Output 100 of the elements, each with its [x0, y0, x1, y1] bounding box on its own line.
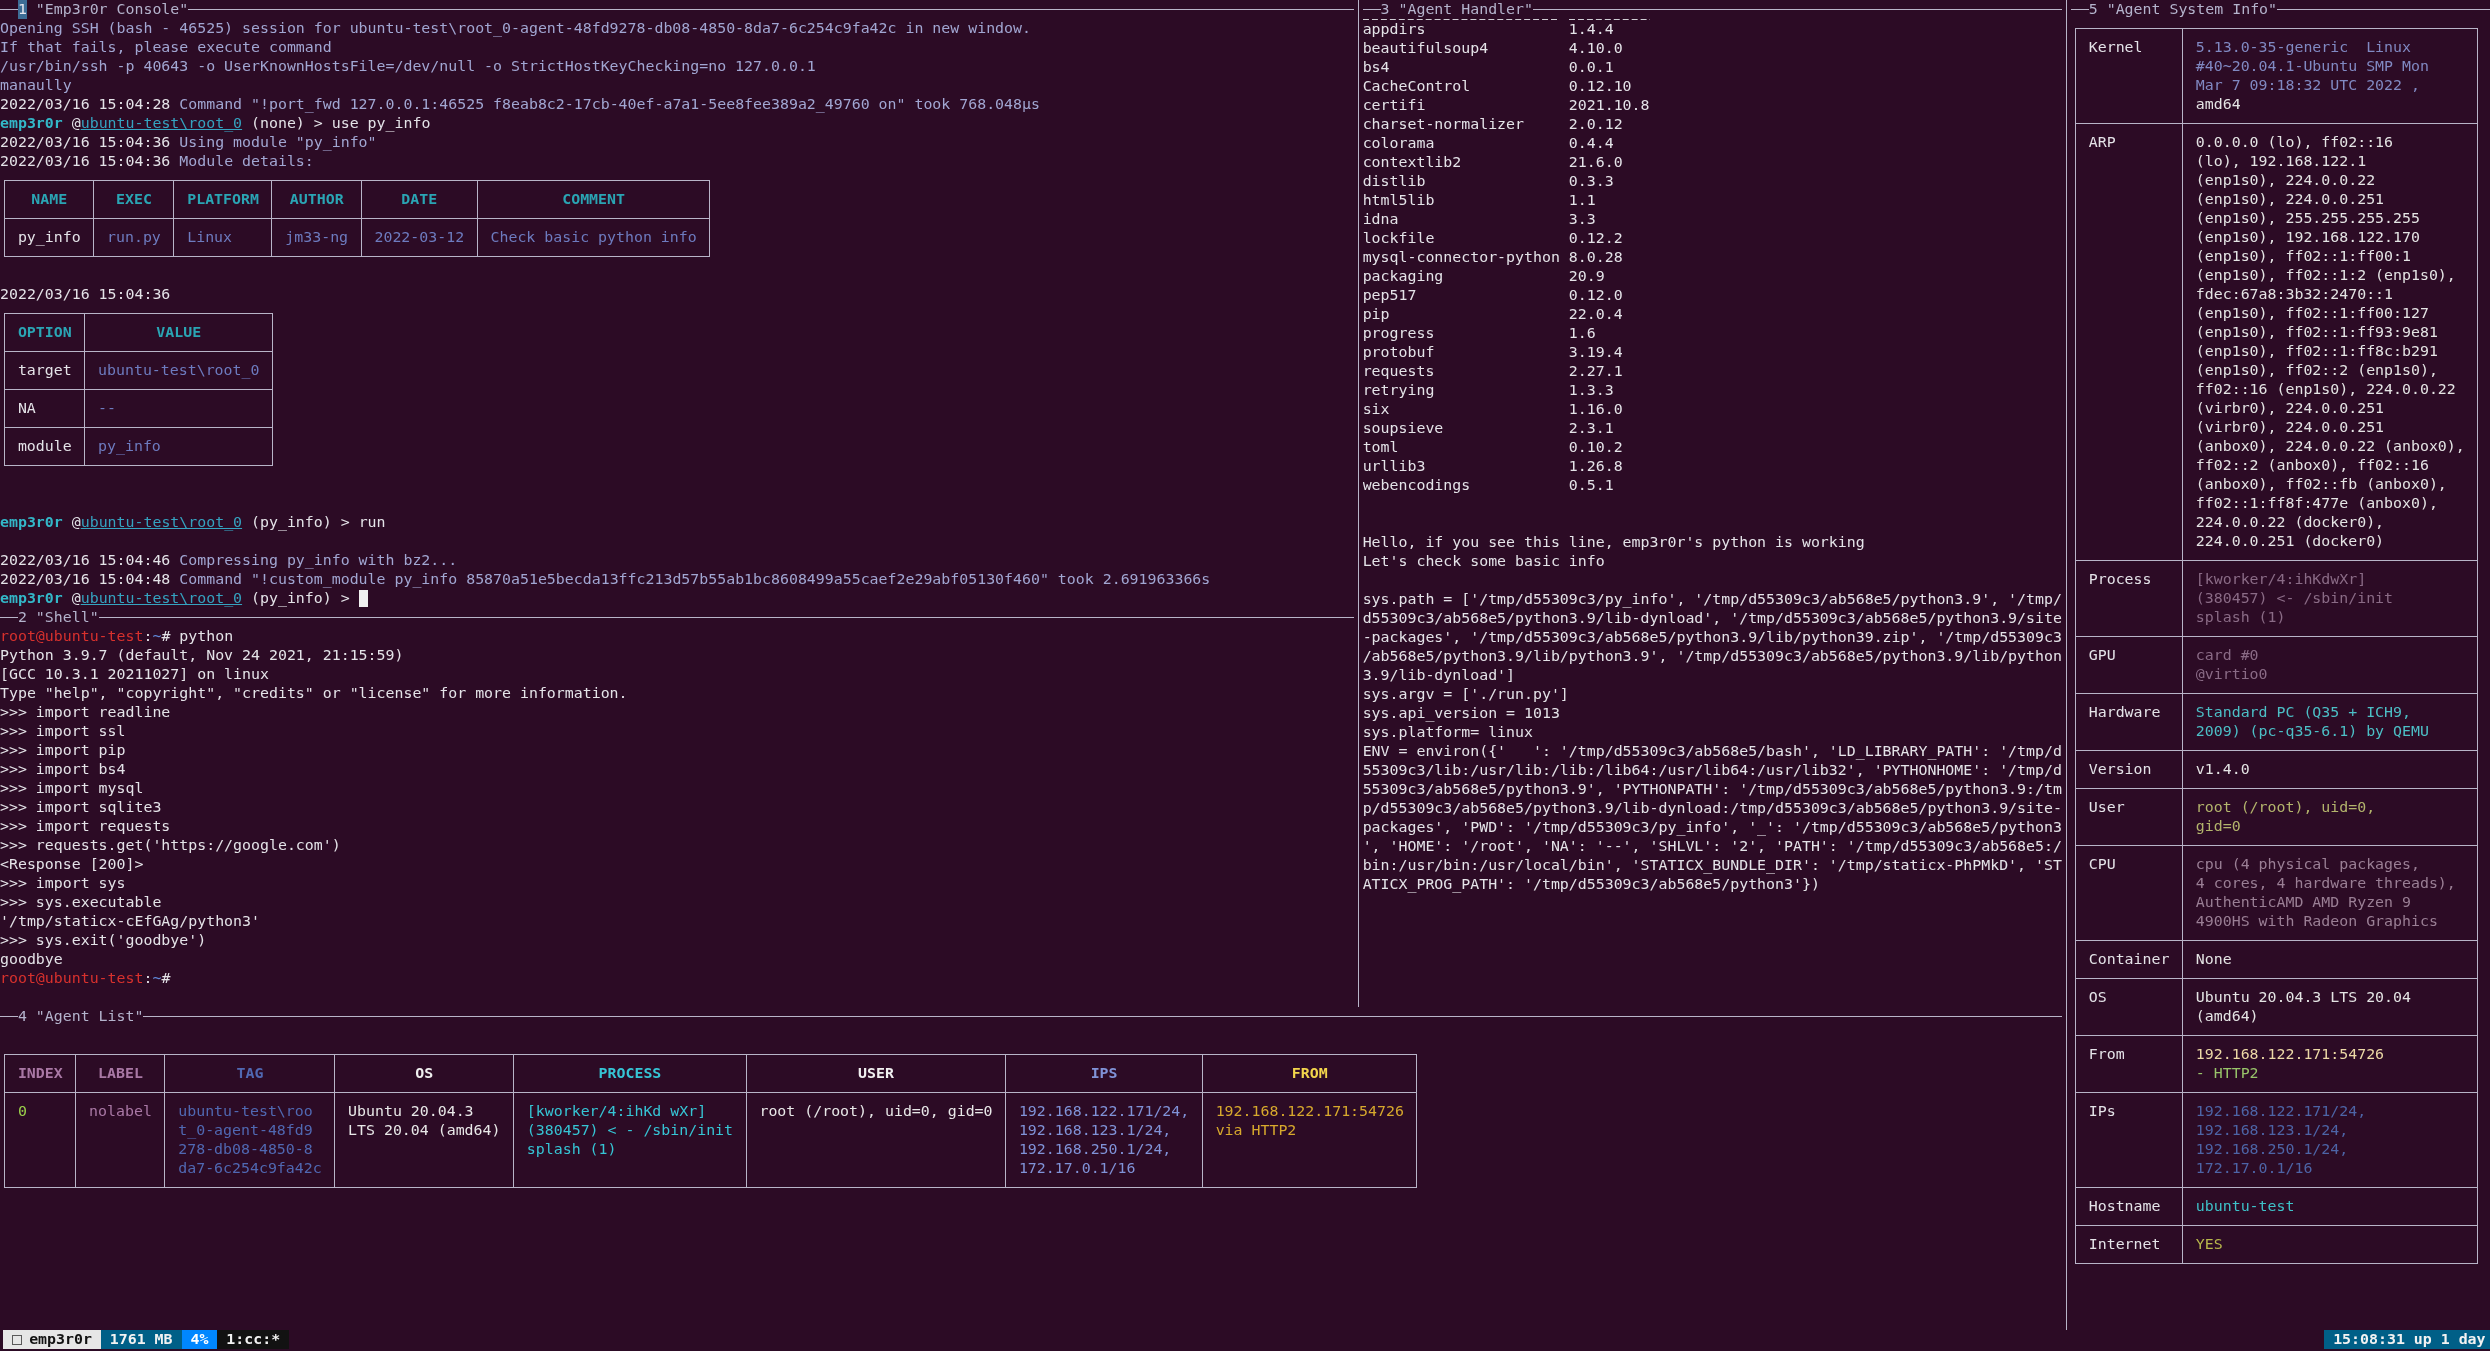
- package-version: 2.27.1: [1568, 362, 1624, 381]
- table-cell: 192.168.122.171/24, 192.168.123.1/24, 192.168.250.1/24, 172.17.0.1/16: [1005, 1093, 1203, 1188]
- table-cell: [kworker/4:ihKd wXr] (380457) < - /sbin/init splash (1): [513, 1093, 747, 1188]
- info-value: ubuntu-test: [2195, 1197, 2296, 1216]
- package-name: packaging: [1362, 267, 1445, 286]
- package-version: 20.9: [1568, 267, 1606, 286]
- pane-title: "Agent Handler": [1398, 0, 1533, 19]
- prompt-line: emp3r0r @ubuntu-test\root_0 (none) > use py_info: [0, 114, 431, 133]
- output-line: <Response [200]>: [0, 855, 145, 874]
- table-cell: py_info: [85, 428, 273, 466]
- info-label: CPU: [2075, 846, 2183, 941]
- table-cell: Check basic python info: [477, 219, 711, 257]
- column-header: DATE: [361, 181, 478, 219]
- output-line: ATICX_PROG_PATH': '/tmp/d55309c3/ab568e5/python3'}): [1362, 875, 1821, 894]
- info-value: amd64: [2195, 95, 2242, 114]
- info-label: From: [2075, 1036, 2183, 1093]
- output-line: /usr/bin/ssh -p 40643 -o UserKnownHostsFile=/dev/null -o StrictHostKeyChecking=no 127.0.0.1: [0, 57, 817, 76]
- output-line: If that fails, please execute command: [0, 38, 333, 57]
- memory-usage: 1761 MB: [100, 1330, 182, 1349]
- output-line: sys.path = ['/tmp/d55309c3/py_info', '/tmp/d55309c3/ab568e5/python3.9', '/tmp/: [1362, 590, 2062, 609]
- info-value: - HTTP2: [2195, 1064, 2260, 1083]
- package-name: beautifulsoup4: [1362, 39, 1490, 58]
- info-value: Ubuntu 20.04.3 LTS 20.04 (amd64): [2195, 988, 2412, 1026]
- table-cell: 2022-03-12: [361, 219, 478, 257]
- package-name: urllib3: [1362, 457, 1427, 476]
- package-name: distlib: [1362, 172, 1427, 191]
- package-version: 1.16.0: [1568, 400, 1624, 419]
- log-line: 2022/03/16 15:04:28 Command "!port_fwd 127.0.0.1:46525 f8eab8c2-17cb-40ef-a7a1-5ee8fee389a2_49760 on" took 768.048µs: [0, 95, 1041, 114]
- package-version: 21.6.0: [1568, 153, 1624, 172]
- output-line: bin:/usr/bin:/usr/local/bin', 'STATICX_BUNDLE_DIR': '/tmp/staticx-PhPMkD', 'ST: [1362, 856, 2062, 875]
- info-label: Process: [2075, 561, 2183, 637]
- package-version: 0.10.2: [1568, 438, 1624, 457]
- table-cell: module: [4, 428, 86, 466]
- output-line: >>> import ssl: [0, 722, 127, 741]
- info-value: root (/root), uid=0, gid=0: [2195, 798, 2377, 836]
- package-version: 1.6: [1568, 324, 1597, 343]
- column-header: COMMENT: [477, 181, 711, 219]
- info-value: [kworker/4:ihKdwXr] (380457) <- /sbin/init splash (1): [2195, 570, 2395, 627]
- output-line: manaully: [0, 76, 73, 95]
- pane-number: 2: [17, 608, 27, 627]
- output-line: d55309c3/ab568e5/python3.9/lib-dynload', '/tmp/d55309c3/ab568e5/python3.9/site: [1362, 609, 2062, 628]
- session-name: emp3r0r: [29, 1330, 92, 1349]
- package-name: bs4: [1362, 58, 1391, 77]
- package-version: 3.19.4: [1568, 343, 1624, 362]
- table-cell: jm33-ng: [272, 219, 362, 257]
- output-line: -packages', '/tmp/d55309c3/ab568e5/python3.9/lib/python39.zip', '/tmp/d55309c3: [1362, 628, 2062, 647]
- output-line: Hello, if you see this line, emp3r0r's python is working: [1362, 533, 1866, 552]
- pane-title: "Emp3r0r Console": [35, 0, 189, 19]
- column-header: USER: [746, 1055, 1006, 1093]
- output-line: p/d55309c3/ab568e5/python3.9/lib-dynload:/tmp/d55309c3/ab568e5/python3.9/site-: [1362, 799, 2062, 818]
- pane-title: "Shell": [35, 608, 99, 627]
- output-line: >>> import sqlite3: [0, 798, 163, 817]
- cpu-usage: 4%: [181, 1330, 218, 1349]
- package-name: pip: [1362, 305, 1391, 324]
- info-value: card #0 @virtio0: [2195, 646, 2269, 684]
- prompt-line: emp3r0r @ubuntu-test\root_0 (py_info) > run: [0, 513, 386, 532]
- info-value: cpu (4 physical packages, 4 cores, 4 hardware threads), AuthenticAMD AMD Ryzen 9 4900HS with Radeon Graphics: [2195, 855, 2457, 931]
- package-name: progress: [1362, 324, 1436, 343]
- table-cell: target: [4, 352, 86, 390]
- output-line: ', 'HOME': '/root', 'NA': '--', 'SHLVL': '2', 'PATH': '/tmp/d55309c3/ab568e5:/: [1362, 837, 2062, 856]
- package-version: 0.12.2: [1568, 229, 1624, 248]
- output-line: sys.argv = ['./run.py']: [1362, 685, 1570, 704]
- output-line: /ab568e5/python3.9/lib/python3.9', '/tmp/d55309c3/ab568e5/python3.9/lib/python: [1362, 647, 2062, 666]
- package-name: protobuf: [1362, 343, 1436, 362]
- package-version: 1.3.3: [1568, 381, 1615, 400]
- table-cell: ubuntu-test\roo t_0-agent-48fd9 278-db08-4850-8 da7-6c254c9fa42c: [165, 1093, 336, 1188]
- info-label: ARP: [2075, 124, 2183, 561]
- package-name: requests: [1362, 362, 1436, 381]
- table-cell: Linux: [174, 219, 273, 257]
- pane-number: 1: [17, 0, 27, 19]
- package-version: 0.12.10: [1568, 77, 1633, 96]
- square-icon: [11, 1334, 22, 1345]
- package-version: 4.10.0: [1568, 39, 1624, 58]
- column-header: PROCESS: [513, 1055, 747, 1093]
- column-header: NAME: [4, 181, 95, 219]
- package-name: pep517: [1362, 286, 1418, 305]
- output-line: ENV = environ({' ': '/tmp/d55309c3/ab568e5/bash', 'LD_LIBRARY_PATH': '/tmp/d: [1362, 742, 2062, 761]
- window-tab[interactable]: 1:cc:*: [217, 1330, 290, 1349]
- info-value: v1.4.0: [2195, 760, 2251, 779]
- package-version: 1.1: [1568, 191, 1597, 210]
- pane-title: "Agent List": [35, 1007, 144, 1026]
- info-value: None: [2195, 950, 2233, 969]
- info-label: IPs: [2075, 1093, 2183, 1188]
- package-version: 0.0.1: [1568, 58, 1615, 77]
- info-label: Hostname: [2075, 1188, 2183, 1226]
- column-header: OS: [335, 1055, 514, 1093]
- output-line: >>> import pip: [0, 741, 127, 760]
- table-cell: NA: [4, 390, 86, 428]
- output-line: >>> import bs4: [0, 760, 127, 779]
- package-version: 3.3: [1568, 210, 1597, 229]
- output-line: >>> sys.exit('goodbye'): [0, 931, 208, 950]
- table-cell: root (/root), uid=0, gid=0: [746, 1093, 1006, 1188]
- column-header: LABEL: [76, 1055, 166, 1093]
- package-version: 8.0.28: [1568, 248, 1624, 267]
- info-label: Hardware: [2075, 694, 2183, 751]
- info-label: Internet: [2075, 1226, 2183, 1264]
- package-name: idna: [1362, 210, 1400, 229]
- column-header: EXEC: [94, 181, 175, 219]
- info-label: Container: [2075, 941, 2183, 979]
- package-name: appdirs: [1362, 20, 1427, 39]
